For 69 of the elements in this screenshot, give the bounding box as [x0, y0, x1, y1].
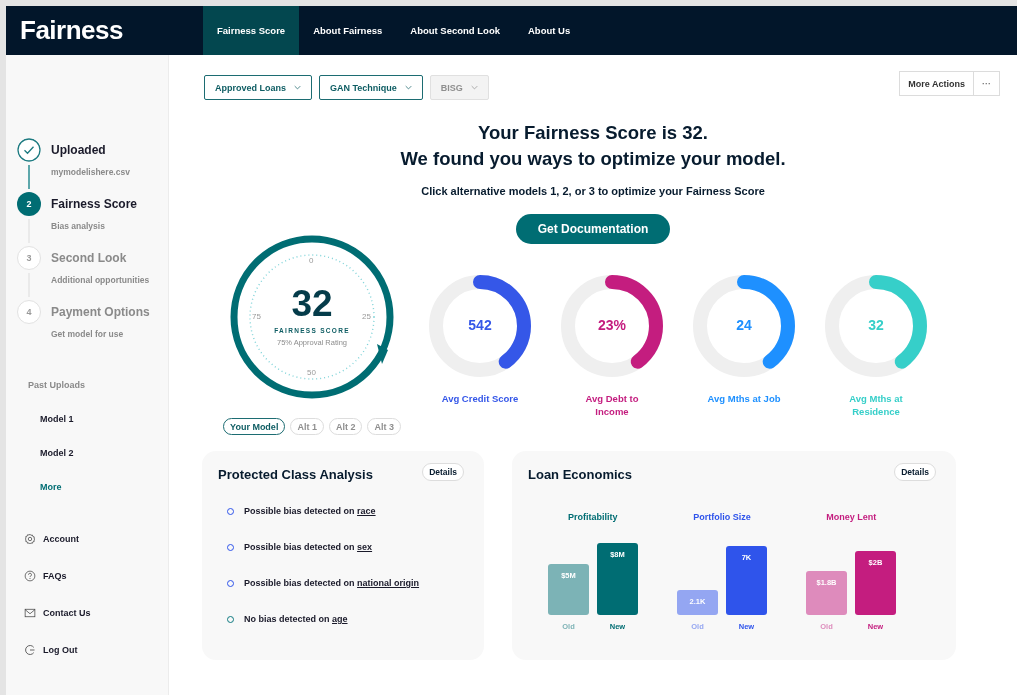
metric-label: Avg Credit Score	[440, 392, 520, 405]
headline: We found you ways to optimize your model.	[400, 147, 786, 171]
metric-value: 24	[735, 317, 753, 333]
metric-label: Avg Mths at Residence	[848, 392, 904, 418]
metric-label: Avg Mths at Job	[706, 392, 782, 405]
scale-label: 0	[309, 256, 314, 265]
model-tab[interactable]: Your Model	[223, 418, 286, 435]
step-number: 3	[17, 246, 41, 270]
step-subtitle: Bias analysis	[51, 221, 106, 231]
chart-title: Portfolio Size	[693, 512, 751, 522]
scale-label: 75	[252, 312, 261, 321]
bias-result-text: No bias detected on age	[244, 614, 348, 624]
step-subtitle: Get model for use	[51, 329, 125, 339]
attribute-link[interactable]: race	[357, 506, 376, 516]
instruction-text: Click alternative models 1, 2, or 3 to optimize your Fairness Score	[421, 185, 765, 197]
scale-label: 25	[362, 312, 371, 321]
filter-dropdown[interactable]: GAN Technique	[319, 75, 423, 100]
more-link[interactable]: More	[40, 482, 168, 492]
get-documentation-button[interactable]: Get Documentation	[515, 214, 671, 244]
account-link[interactable]: Account	[43, 534, 79, 544]
headline: Your Fairness Score is 32.	[478, 121, 708, 145]
step-number: 2	[17, 192, 41, 216]
chevron-down-icon	[294, 85, 301, 90]
bias-result-text: Possible bias detected on national origin	[244, 578, 420, 588]
help-icon	[24, 570, 36, 582]
account-link[interactable]: FAQs	[43, 571, 67, 581]
bar	[677, 590, 718, 615]
nav-tab[interactable]: Fairness Score	[203, 6, 300, 55]
past-upload-link[interactable]: Model 2	[40, 448, 168, 458]
app-logo[interactable]: Fairness	[20, 15, 203, 46]
section-heading: Past Uploads	[28, 380, 86, 390]
bar	[806, 571, 848, 615]
nav-tab[interactable]: About Fairness	[299, 6, 397, 55]
overflow-menu-button[interactable]: ···	[974, 71, 1000, 96]
nav-tab[interactable]: About Second Look	[396, 6, 514, 55]
nav-tab[interactable]: About Us	[514, 6, 585, 55]
chart-title: Money Lent	[826, 512, 877, 522]
scale-label: 50	[307, 368, 316, 377]
card-title: Protected Class Analysis	[218, 467, 373, 482]
filter-dropdown[interactable]: Approved Loans	[204, 75, 312, 100]
metric-value: 542	[467, 317, 493, 333]
step-title[interactable]: Uploaded	[51, 138, 130, 162]
attribute-link[interactable]: age	[332, 614, 348, 624]
chevron-down-icon	[470, 85, 478, 90]
account-link[interactable]: Contact Us	[43, 608, 91, 618]
attribute-link[interactable]: sex	[357, 542, 373, 552]
metric-label: Avg Debt to Income	[584, 392, 640, 418]
step-subtitle: Additional opportunities	[51, 275, 150, 285]
step-subtitle: mymodelishere.csv	[51, 167, 130, 177]
chevron-down-icon	[404, 85, 412, 90]
attribute-link[interactable]: national origin	[357, 578, 420, 588]
settings-icon	[24, 533, 36, 545]
logout-icon	[24, 644, 36, 656]
account-link[interactable]: Log Out	[43, 645, 78, 655]
details-button[interactable]: Details	[894, 463, 936, 481]
card-title: Loan Economics	[528, 467, 633, 482]
past-upload-link[interactable]: Model 1	[40, 414, 168, 424]
step-number: 4	[17, 300, 41, 324]
envelope-icon	[24, 607, 36, 619]
step-title[interactable]: Fairness Score	[51, 192, 138, 216]
bias-result-text: Possible bias detected on sex	[244, 542, 373, 552]
metric-value: 23%	[597, 317, 627, 333]
score-value: 32	[291, 284, 333, 324]
details-button[interactable]: Details	[422, 463, 464, 481]
more-actions-button[interactable]: More Actions	[899, 71, 974, 96]
metric-value: 32	[867, 317, 885, 333]
bar	[547, 564, 589, 615]
chart-title: Profitability	[567, 512, 618, 522]
bias-result-text: Possible bias detected on race	[244, 506, 376, 516]
